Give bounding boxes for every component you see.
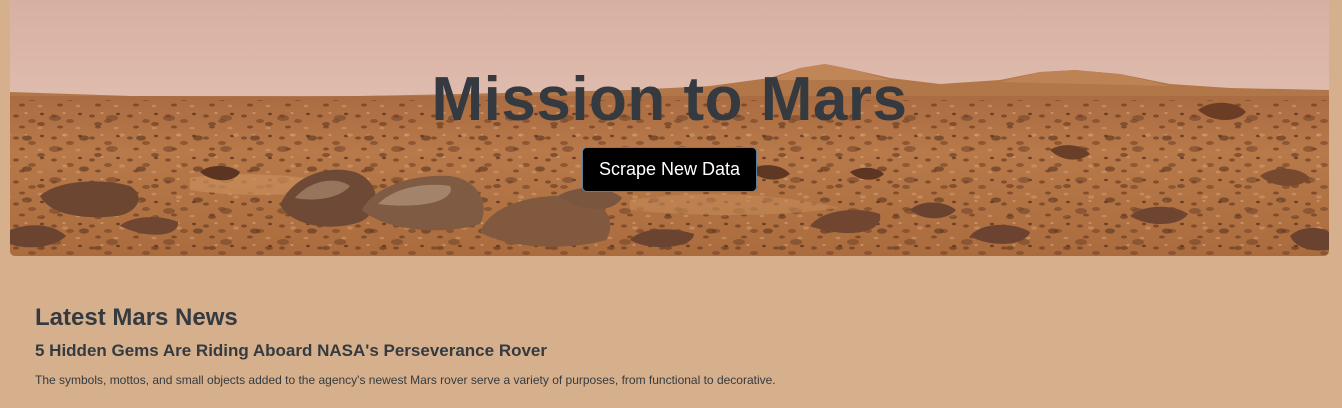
news-article-teaser: The symbols, mottos, and small objects a… [35, 373, 776, 387]
news-section-heading: Latest Mars News [35, 304, 238, 331]
scrape-new-data-button[interactable]: Scrape New Data [582, 147, 757, 192]
hero-content: Mission to Mars Scrape New Data [10, 0, 1329, 256]
latest-news-section: Latest Mars News 5 Hidden Gems Are Ridin… [35, 302, 1315, 388]
page-title: Mission to Mars [431, 65, 908, 134]
news-article-title: 5 Hidden Gems Are Riding Aboard NASA's P… [35, 341, 548, 360]
hero-banner: Mission to Mars Scrape New Data [10, 0, 1329, 256]
